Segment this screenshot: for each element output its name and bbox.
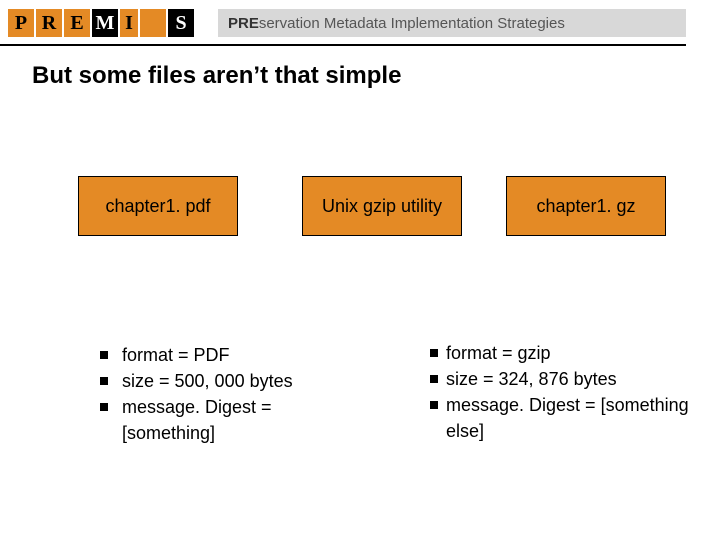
list-item-text: format = gzip [446, 340, 690, 366]
list-item: message. Digest = [something else] [430, 392, 690, 444]
tagline-rest: servation Metadata Implementation Strate… [259, 15, 565, 32]
slide-header: P R E M I S PREservation Metadata Implem… [0, 0, 720, 47]
tagline-emph: PRE [228, 15, 259, 32]
logo-letter-r: R [36, 9, 62, 37]
list-item: message. Digest = [something] [100, 394, 360, 446]
list-item-text: format = PDF [122, 342, 360, 368]
logo-letter-m: M [92, 9, 118, 37]
list-item: format = gzip [430, 340, 690, 366]
logo-spacer [140, 9, 166, 37]
list-item-text: size = 324, 876 bytes [446, 366, 690, 392]
header-rule [0, 44, 686, 46]
logo-letter-e: E [64, 9, 90, 37]
logo-letter-i: I [120, 9, 138, 37]
left-properties-list: format = PDF size = 500, 000 bytes messa… [100, 342, 360, 446]
list-item-text: message. Digest = [something else] [446, 392, 690, 444]
bullet-icon [430, 375, 438, 383]
box-output-file: chapter1. gz [506, 176, 666, 236]
bullet-icon [100, 377, 108, 385]
slide-title: But some files aren’t that simple [32, 62, 401, 90]
logo-letter-s: S [168, 9, 194, 37]
bullet-icon [430, 349, 438, 357]
list-item: size = 500, 000 bytes [100, 368, 360, 394]
bullet-icon [100, 403, 108, 411]
right-properties-list: format = gzip size = 324, 876 bytes mess… [430, 340, 690, 444]
list-item-text: size = 500, 000 bytes [122, 368, 360, 394]
logo-letter-p: P [8, 9, 34, 37]
header-tagline: PREservation Metadata Implementation Str… [218, 9, 686, 37]
bullet-icon [430, 401, 438, 409]
bullet-icon [100, 351, 108, 359]
box-source-file: chapter1. pdf [78, 176, 238, 236]
list-item-text: message. Digest = [something] [122, 394, 360, 446]
list-item: format = PDF [100, 342, 360, 368]
premis-logo: P R E M I S [8, 9, 194, 37]
list-item: size = 324, 876 bytes [430, 366, 690, 392]
box-process: Unix gzip utility [302, 176, 462, 236]
